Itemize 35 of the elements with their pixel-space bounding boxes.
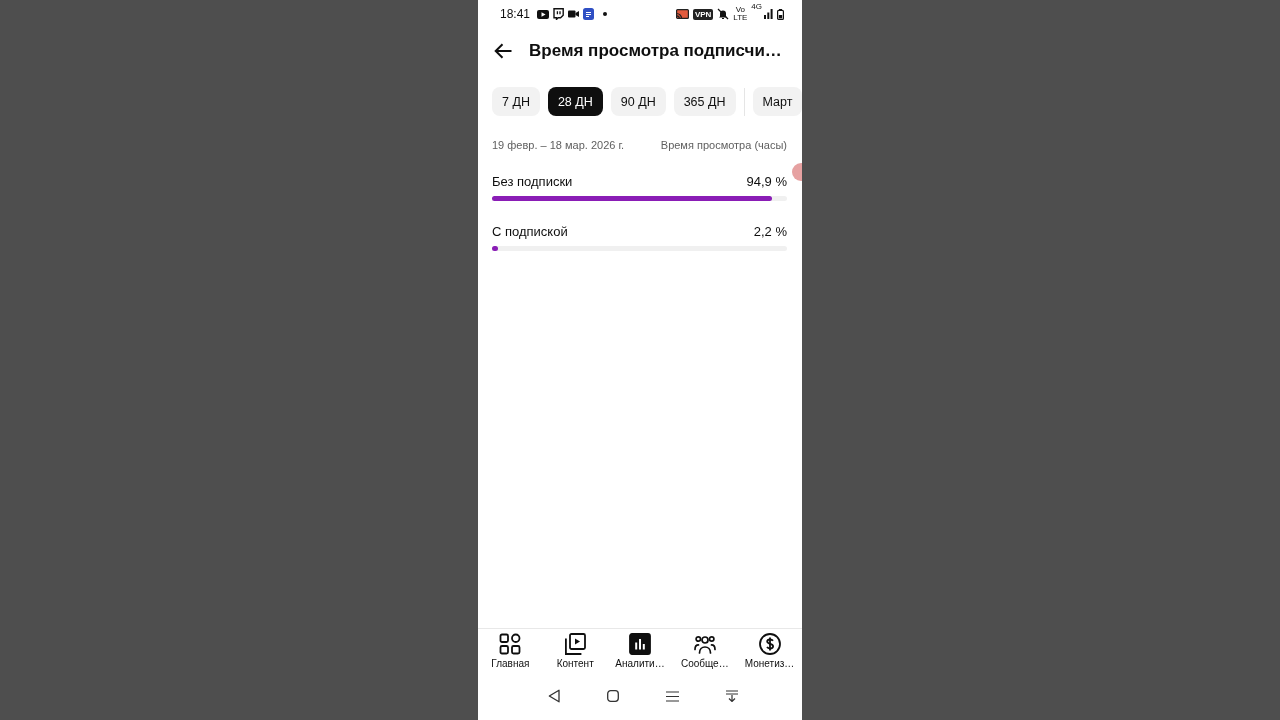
back-triangle-icon[interactable] <box>548 689 561 703</box>
notification-dot-icon <box>603 12 608 16</box>
date-range: 19 февр. – 18 мар. 2026 г. <box>492 138 625 152</box>
metric-label: Время просмотра (часы) <box>660 138 787 152</box>
row-value: 2,2 % <box>753 224 787 240</box>
page-title: Время просмотра подписчи… <box>529 41 782 61</box>
cast-icon <box>675 9 689 19</box>
vpn-indicator: VPN <box>692 8 714 20</box>
status-time: 18:41 <box>500 7 531 21</box>
bell-off-icon <box>717 8 730 20</box>
video-play-icon <box>537 9 550 19</box>
period-chip[interactable]: 90 ДН <box>610 87 666 116</box>
period-chip[interactable]: 365 ДН <box>673 87 736 116</box>
period-chip[interactable]: 7 ДН <box>492 87 540 116</box>
period-chip[interactable]: 28 ДН <box>547 87 603 116</box>
nav-item[interactable]: Сообще… <box>672 629 738 676</box>
app-icon <box>583 8 595 20</box>
home-square-icon[interactable] <box>607 690 620 702</box>
row-label: Без подписки <box>492 174 573 190</box>
nav-item[interactable]: Контент <box>542 629 608 676</box>
battery-icon <box>777 8 784 20</box>
menu-icon[interactable] <box>665 690 679 702</box>
month-chip[interactable]: Март <box>752 87 802 116</box>
volte-indicator: Vo LTE <box>733 6 748 22</box>
network-type: 4G <box>751 3 762 11</box>
row-value: 94,9 % <box>746 174 787 190</box>
video-camera-icon <box>568 10 580 18</box>
down-arrow-icon[interactable] <box>725 690 738 702</box>
row-label: С подпиской <box>492 224 568 240</box>
back-icon[interactable] <box>494 43 512 59</box>
nav-item[interactable]: Аналити… <box>607 629 673 676</box>
nav-item[interactable]: Монетиз… <box>737 629 802 676</box>
signal-icon <box>764 9 773 19</box>
chat-bubble-icon <box>553 8 565 20</box>
nav-item[interactable]: Главная <box>478 629 543 676</box>
